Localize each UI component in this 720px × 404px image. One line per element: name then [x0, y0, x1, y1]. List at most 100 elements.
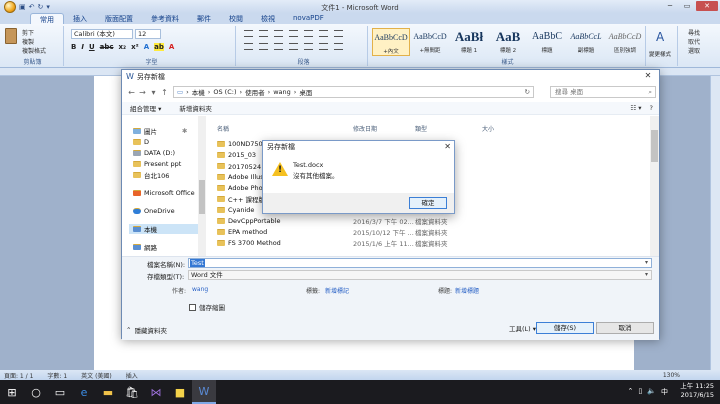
tab-layout[interactable]: 版面配置: [96, 13, 142, 24]
text-effects-icon[interactable]: A: [144, 43, 149, 51]
network-tray-icon[interactable]: ▯: [638, 387, 642, 397]
tab-review[interactable]: 校閱: [220, 13, 252, 24]
file-list-scroll-thumb[interactable]: [651, 130, 658, 162]
close-icon[interactable]: ✕: [696, 1, 718, 11]
column-date[interactable]: 修改日期: [353, 124, 377, 133]
nav-item-onedrive[interactable]: OneDrive: [133, 206, 175, 216]
font-name-select[interactable]: Calibri (本文): [71, 29, 133, 39]
nav-item-pictures[interactable]: 圖片 ✱: [133, 126, 187, 136]
chevron-down-icon[interactable]: ▾: [645, 259, 648, 267]
underline-icon[interactable]: U: [89, 43, 95, 51]
page-count[interactable]: 頁面: 1 / 1: [4, 371, 33, 380]
keyboard-icon[interactable]: 中: [661, 387, 668, 397]
table-row[interactable]: DevCppPortable 2016/3/7 下午 02... 檔案資料夾: [212, 216, 651, 226]
line-spacing-icon[interactable]: [304, 43, 313, 50]
style-subtitle[interactable]: AaBbCcL 副標題: [567, 28, 605, 56]
style-no-spacing[interactable]: AaBbCcD +無間距: [411, 28, 449, 56]
italic-icon[interactable]: I: [81, 43, 84, 51]
shading-icon[interactable]: [319, 43, 328, 50]
style-heading-2[interactable]: AaB 標題 2: [489, 28, 527, 56]
borders-icon[interactable]: [334, 43, 343, 50]
strikethrough-icon[interactable]: abc: [100, 43, 114, 51]
minimize-icon[interactable]: ─: [662, 1, 678, 11]
undo-icon[interactable]: ↶: [29, 3, 35, 11]
save-icon[interactable]: ▣: [19, 3, 26, 11]
superscript-icon[interactable]: x²: [131, 43, 139, 51]
edge-icon[interactable]: e: [72, 380, 96, 404]
column-size[interactable]: 大小: [482, 124, 494, 133]
close-icon[interactable]: ✕: [639, 71, 657, 81]
justify-icon[interactable]: [289, 43, 298, 50]
breadcrumb-user[interactable]: wang: [273, 88, 291, 96]
file-list-scrollbar[interactable]: [650, 116, 659, 256]
tags-value[interactable]: 新增標記: [325, 286, 349, 295]
nav-item-present-ppt[interactable]: Present ppt: [133, 159, 181, 169]
breadcrumb-desktop[interactable]: 桌面: [299, 87, 312, 97]
hide-folders-button[interactable]: ⌃ 隱藏資料夾: [126, 325, 167, 335]
nav-item-microsoft-office[interactable]: Microsoft Office: [133, 188, 195, 198]
tools-menu[interactable]: 工具(L) ▾: [509, 323, 536, 333]
sticky-notes-icon[interactable]: ■: [168, 380, 192, 404]
up-icon[interactable]: ↑: [159, 88, 170, 97]
chevron-up-icon[interactable]: ⌃: [628, 387, 634, 397]
recent-locations-icon[interactable]: ▾: [148, 88, 159, 97]
author-value[interactable]: wang: [192, 286, 208, 293]
change-style-button[interactable]: A 變更樣式: [648, 26, 678, 66]
forward-icon[interactable]: →: [137, 88, 148, 97]
format-painter-button[interactable]: 複製格式: [22, 46, 46, 55]
bullets-icon[interactable]: [244, 30, 253, 37]
replace-button[interactable]: 取代: [688, 37, 700, 46]
filetype-select[interactable]: Word 文件 ▾: [188, 270, 652, 280]
filename-input[interactable]: Test ▾: [188, 258, 652, 268]
save-thumbnail-checkbox[interactable]: 儲存縮圖: [189, 302, 225, 312]
tab-view[interactable]: 檢視: [252, 13, 284, 24]
sort-icon[interactable]: [319, 30, 328, 37]
insert-mode[interactable]: 插入: [126, 371, 138, 380]
pin-icon[interactable]: ✱: [182, 127, 187, 135]
new-folder-button[interactable]: 新增資料夾: [179, 103, 212, 113]
numbering-icon[interactable]: [259, 30, 268, 37]
word-taskbar-icon[interactable]: W: [192, 380, 216, 404]
tab-references[interactable]: 參考資料: [142, 13, 188, 24]
close-icon[interactable]: ✕: [444, 142, 451, 151]
volume-icon[interactable]: 🔈: [647, 387, 656, 397]
customize-qat-icon[interactable]: ▾: [46, 3, 50, 11]
nav-item-network[interactable]: 網路: [133, 242, 157, 252]
address-bar[interactable]: ▭ › 本機 › OS (C:) › 使用者 › wang › 桌面 ↻: [173, 86, 534, 98]
tab-novapdf[interactable]: novaPDF: [284, 13, 333, 24]
task-view-icon[interactable]: ▭: [48, 380, 72, 404]
align-left-icon[interactable]: [244, 43, 253, 50]
tab-home[interactable]: 常用: [30, 13, 64, 24]
font-color-icon[interactable]: A: [169, 43, 174, 51]
style-heading-1[interactable]: AaBł 標題 1: [450, 28, 488, 56]
show-marks-icon[interactable]: [334, 30, 343, 37]
nav-item-taipei106[interactable]: 台北106: [133, 170, 169, 180]
nav-item-data-drive[interactable]: DATA (D:): [133, 148, 175, 158]
organize-button[interactable]: 組合管理 ▾: [130, 103, 161, 113]
bold-icon[interactable]: B: [71, 43, 76, 51]
redo-icon[interactable]: ↻: [38, 3, 44, 11]
zoom-level[interactable]: 130%: [663, 372, 680, 379]
style-normal[interactable]: AaBbCcD +內文: [372, 28, 410, 56]
nav-item-d[interactable]: D: [133, 137, 149, 147]
file-explorer-icon[interactable]: ▬: [96, 380, 120, 404]
select-button[interactable]: 選取: [688, 46, 700, 55]
word-count[interactable]: 字數: 1: [47, 371, 67, 380]
breadcrumb-computer[interactable]: 本機: [192, 87, 205, 97]
align-right-icon[interactable]: [274, 43, 283, 50]
tab-insert[interactable]: 插入: [64, 13, 96, 24]
save-button[interactable]: 儲存(S): [536, 322, 594, 334]
cut-button[interactable]: 剪下: [22, 28, 34, 37]
maximize-icon[interactable]: ▭: [679, 1, 695, 11]
checkbox[interactable]: [189, 303, 196, 311]
view-options-icon[interactable]: ☷ ▾: [630, 104, 641, 112]
search-input[interactable]: 搜尋 桌面 ⌕: [550, 86, 656, 98]
multilevel-icon[interactable]: [274, 30, 283, 37]
breadcrumb-drive[interactable]: OS (C:): [213, 88, 236, 96]
table-row[interactable]: EPA method 2015/10/12 下午 ... 檔案資料夾: [212, 227, 651, 237]
column-type[interactable]: 類型: [415, 124, 427, 133]
highlight-icon[interactable]: ab: [154, 43, 164, 51]
office-button[interactable]: [4, 0, 16, 13]
column-name[interactable]: 名稱: [217, 124, 229, 133]
vertical-scrollbar[interactable]: [710, 76, 720, 370]
